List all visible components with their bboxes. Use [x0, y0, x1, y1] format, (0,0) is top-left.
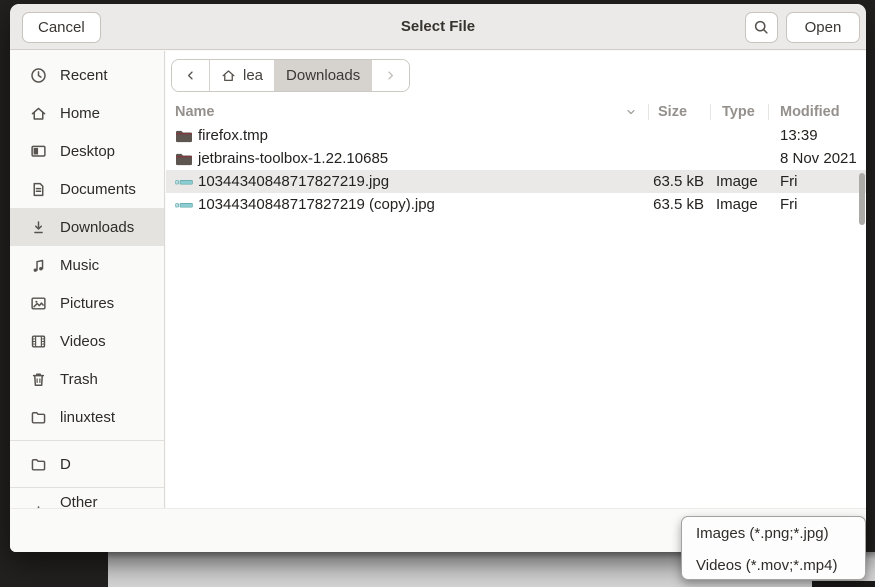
trash-icon [30, 371, 47, 388]
pathbar-segment-lea[interactable]: lea [210, 60, 275, 91]
column-header-modified[interactable]: Modified [780, 100, 840, 124]
desktop-icon [30, 143, 47, 160]
folder-icon [30, 456, 47, 473]
column-separator [710, 104, 711, 120]
file-modified: Fri [780, 170, 798, 193]
file-rows: firefox.tmp13:39jetbrains-toolbox-1.22.1… [166, 124, 866, 216]
home-icon [221, 68, 236, 83]
sidebar-item-label: Music [60, 257, 99, 274]
sidebar-item-label: Trash [60, 371, 98, 388]
file-row[interactable]: jetbrains-toolbox-1.22.10685 8 Nov 2021 [166, 147, 866, 170]
file-name: firefox.tmp [198, 124, 268, 147]
column-separator [648, 104, 649, 120]
column-separator [768, 104, 769, 120]
pathbar-segment-label: lea [243, 67, 263, 84]
image-file-icon [175, 174, 193, 189]
sidebar-item-label: Desktop [60, 143, 115, 160]
scrollbar-thumb[interactable] [859, 173, 865, 225]
background-desktop-corner [812, 581, 875, 587]
file-name: jetbrains-toolbox-1.22.10685 [198, 147, 388, 170]
pathbar-segment-downloads[interactable]: Downloads [275, 60, 372, 91]
download-icon [30, 219, 47, 236]
file-name: 10344340848717827219 (copy).jpg [198, 193, 435, 216]
video-icon [30, 333, 47, 350]
file-filter-popup: Images (*.png;*.jpg)Videos (*.mov;*.mp4) [681, 516, 866, 580]
sidebar-item-label: Documents [60, 181, 136, 198]
folder-icon [30, 409, 47, 426]
column-header-name[interactable]: Name [175, 100, 215, 124]
home-icon [30, 105, 47, 122]
file-chooser-dialog: Cancel Select File Open Recent Home Deskto… [10, 4, 866, 552]
sidebar-item-label: Videos [60, 333, 106, 350]
column-header-size[interactable]: Size [658, 100, 687, 124]
document-icon [30, 181, 47, 198]
headerbar: Cancel Select File Open [10, 4, 866, 50]
sidebar-divider [10, 436, 164, 445]
file-row[interactable]: firefox.tmp 13:39 [166, 124, 866, 147]
sidebar-item-music[interactable]: Music [10, 246, 164, 284]
file-modified: 13:39 [780, 124, 818, 147]
chevron-left-icon [183, 68, 198, 83]
file-type: Image [716, 170, 758, 193]
dialog-title: Select File [10, 4, 866, 50]
file-type: Image [716, 193, 758, 216]
sidebar-item-label: D [60, 456, 71, 473]
pathbar-forward-button[interactable] [372, 60, 409, 91]
sidebar-item-linuxtest[interactable]: linuxtest [10, 398, 164, 436]
pathbar-segment-label: Downloads [286, 67, 360, 84]
sidebar-item-label: Home [60, 105, 100, 122]
file-size: 63.5 kB [646, 170, 704, 193]
chevron-right-icon [383, 68, 398, 83]
folder-file-icon [175, 151, 193, 166]
sidebar-item-label: Downloads [60, 219, 134, 236]
filter-option[interactable]: Videos (*.mov;*.mp4) [682, 549, 865, 580]
sidebar-item-documents[interactable]: Documents [10, 170, 164, 208]
sidebar-item-label: Recent [60, 67, 108, 84]
sidebar-item-pictures[interactable]: Pictures [10, 284, 164, 322]
sidebar-divider [10, 483, 164, 492]
image-file-icon [175, 197, 193, 212]
sidebar-item-recent[interactable]: Recent [10, 56, 164, 94]
pathbar-back-button[interactable] [172, 60, 210, 91]
sidebar-item-label: Pictures [60, 295, 114, 312]
picture-icon [30, 295, 47, 312]
sidebar-item-trash[interactable]: Trash [10, 360, 164, 398]
sidebar-item-home[interactable]: Home [10, 94, 164, 132]
file-row[interactable]: 10344340848717827219.jpg 63.5 kB Image Fri [166, 170, 866, 193]
sidebar-item-label: linuxtest [60, 409, 115, 426]
music-icon [30, 257, 47, 274]
pathbar: lea Downloads [171, 59, 410, 92]
list-header: Name Size Type Modified [166, 100, 866, 124]
file-name: 10344340848717827219.jpg [198, 170, 389, 193]
sort-indicator-icon [624, 105, 638, 119]
file-modified: Fri [780, 193, 798, 216]
folder-file-icon [175, 128, 193, 143]
file-modified: 8 Nov 2021 [780, 147, 857, 170]
sidebar-item-desktop[interactable]: Desktop [10, 132, 164, 170]
search-button[interactable] [745, 12, 778, 43]
open-button[interactable]: Open [786, 12, 860, 43]
search-icon [753, 19, 770, 36]
sidebar-item-other-locations[interactable]: Other Locations [10, 492, 164, 508]
sidebar-item-videos[interactable]: Videos [10, 322, 164, 360]
file-browser-pane: lea Downloads Name Size Type Modified firefo… [166, 51, 866, 508]
column-header-type[interactable]: Type [722, 100, 755, 124]
sidebar-item-label: Other Locations [60, 494, 164, 508]
sidebar-item-d[interactable]: D [10, 445, 164, 483]
sidebar: Recent Home Desktop Documents Downloads Music… [10, 51, 165, 508]
file-row[interactable]: 10344340848717827219 (copy).jpg 63.5 kB Im… [166, 193, 866, 216]
filter-option[interactable]: Images (*.png;*.jpg) [682, 517, 865, 549]
cancel-button[interactable]: Cancel [22, 12, 101, 43]
sidebar-item-downloads[interactable]: Downloads [10, 208, 164, 246]
clock-icon [30, 67, 47, 84]
file-size: 63.5 kB [646, 193, 704, 216]
